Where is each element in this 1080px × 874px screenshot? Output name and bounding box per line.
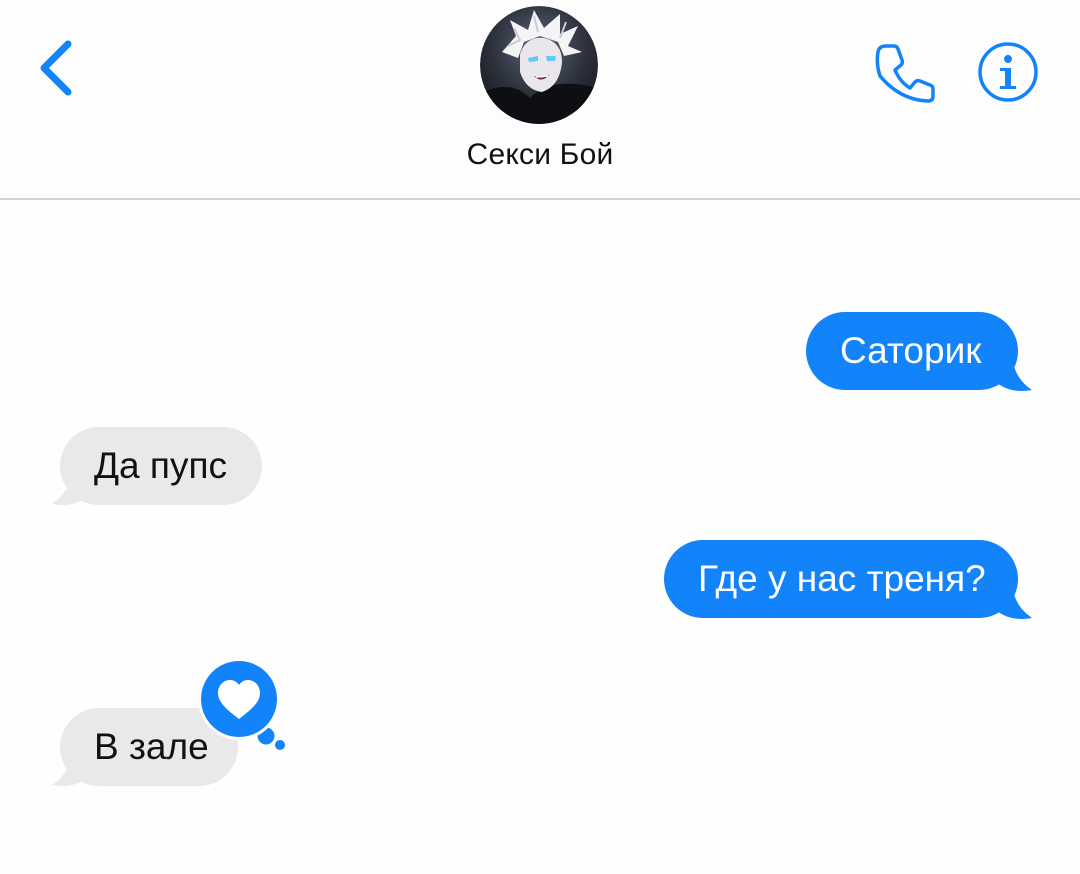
heart-icon[interactable] <box>196 658 296 758</box>
conversation-header: Секси Бой <box>0 0 1080 200</box>
chevron-left-icon[interactable] <box>30 32 86 104</box>
outgoing-message[interactable]: Где у нас треня? <box>664 540 1018 618</box>
avatar[interactable] <box>480 6 598 124</box>
outgoing-message[interactable]: Саторик <box>806 312 1018 390</box>
contact-name[interactable]: Секси Бой <box>340 138 740 172</box>
info-icon[interactable] <box>976 40 1040 104</box>
messages-screen: Секси Бой Саторик Да пупс Где у нас трен… <box>0 0 1080 874</box>
phone-icon[interactable] <box>872 40 938 106</box>
incoming-message[interactable]: Да пупс <box>60 427 262 505</box>
